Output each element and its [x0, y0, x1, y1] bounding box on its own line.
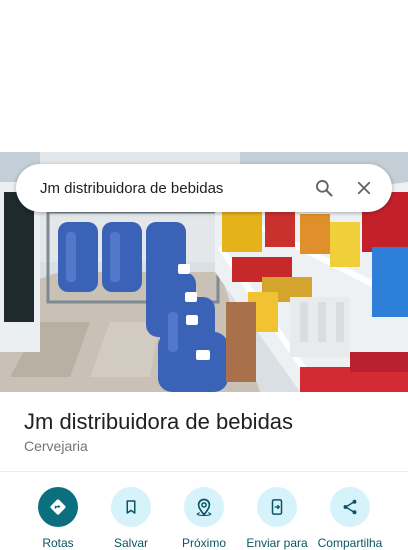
close-icon — [357, 181, 371, 195]
directions-icon — [38, 487, 78, 527]
nearby-label: Próximo — [181, 536, 226, 550]
nearby-icon — [184, 487, 224, 527]
share-icon — [330, 487, 370, 527]
save-button[interactable]: Salvar — [91, 487, 171, 550]
place-title: Jm distribuidora de bebidas — [24, 409, 294, 434]
divider — [0, 471, 408, 472]
send-to-phone-button[interactable]: Enviar para — [237, 487, 317, 550]
search-bar[interactable]: Jm distribuidora de bebidas — [16, 164, 392, 212]
send-to-phone-label: Enviar para — [246, 536, 308, 550]
bookmark-icon — [111, 487, 151, 527]
search-button[interactable] — [304, 164, 344, 212]
search-icon — [316, 180, 333, 197]
share-label: Compartilha — [317, 536, 383, 550]
directions-label: Rotas — [42, 536, 74, 550]
clear-button[interactable] — [344, 164, 384, 212]
send-to-phone-icon — [257, 487, 297, 527]
action-bar: Rotas Salvar Próximo Enviar para Compart… — [0, 487, 408, 550]
place-header: Jm distribuidora de bebidas Cervejaria — [24, 408, 394, 454]
nearby-button[interactable]: Próximo — [164, 487, 244, 550]
save-label: Salvar — [113, 536, 148, 550]
share-button[interactable]: Compartilha — [310, 487, 390, 550]
place-category[interactable]: Cervejaria — [24, 438, 394, 454]
search-input[interactable]: Jm distribuidora de bebidas — [16, 180, 304, 197]
directions-button[interactable]: Rotas — [18, 487, 98, 550]
